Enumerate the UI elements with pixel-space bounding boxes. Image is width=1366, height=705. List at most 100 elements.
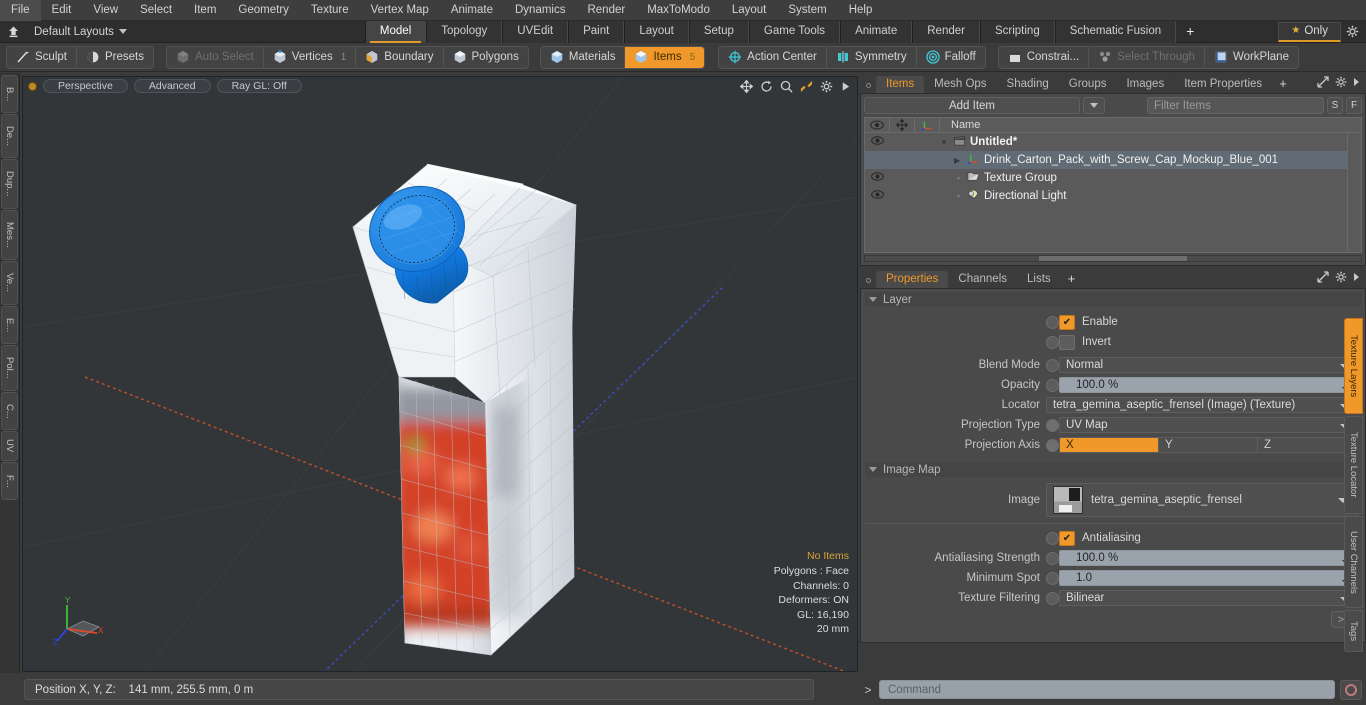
layout-tab-layout[interactable]: Layout xyxy=(624,20,689,43)
items-button[interactable]: Items 5 xyxy=(625,46,705,68)
menu-render[interactable]: Render xyxy=(576,0,636,21)
layer-section-header[interactable]: Layer xyxy=(865,292,1361,307)
left-tab-uv[interactable]: UV xyxy=(1,431,18,461)
expand-icon[interactable] xyxy=(1317,76,1329,91)
locator-dropdown[interactable]: tetra_gemina_aseptic_frensel (Image) (Te… xyxy=(1046,397,1357,413)
enable-knob[interactable] xyxy=(1046,315,1059,329)
layout-tab-setup[interactable]: Setup xyxy=(688,20,749,43)
left-tab-vertex[interactable]: Ve... xyxy=(1,261,18,305)
add-item-button[interactable]: Add Item xyxy=(864,97,1080,114)
antialiasing-checkbox[interactable]: ✔ xyxy=(1059,530,1075,546)
boundary-button[interactable]: Boundary xyxy=(356,46,444,68)
only-toggle-button[interactable]: ★ Only xyxy=(1278,21,1341,42)
table-row[interactable]: ▶ Drink_Carton_Pack_with_Screw_Cap_Mocku… xyxy=(865,151,1361,169)
projection-type-knob[interactable] xyxy=(1046,418,1059,432)
gear-icon[interactable] xyxy=(1335,76,1347,91)
auto-select-button[interactable]: Auto Select xyxy=(167,46,264,68)
workplane-button[interactable]: WorkPlane xyxy=(1205,47,1298,68)
left-tab-basic[interactable]: B... xyxy=(1,75,18,113)
layout-tab-paint[interactable]: Paint xyxy=(568,20,625,43)
materials-button[interactable]: Materials xyxy=(541,46,626,68)
chevron-down-icon[interactable]: ▼ xyxy=(940,138,949,147)
opacity-slider[interactable]: 100.0 % ◀▶ xyxy=(1059,377,1357,393)
menu-item[interactable]: Item xyxy=(183,0,227,21)
left-tab-deform[interactable]: De... xyxy=(1,114,18,158)
image-map-section-header[interactable]: Image Map xyxy=(865,462,1361,477)
right-tab-tags[interactable]: Tags xyxy=(1344,610,1363,652)
left-tab-edge[interactable]: E... xyxy=(1,306,18,344)
layout-tab-animate[interactable]: Animate xyxy=(840,20,913,43)
projection-type-dropdown[interactable]: UV Map xyxy=(1059,417,1357,433)
tab-properties[interactable]: Properties xyxy=(876,271,949,288)
fit-icon[interactable] xyxy=(800,80,813,95)
right-tab-user-channels[interactable]: User Channels xyxy=(1344,516,1363,608)
table-row[interactable]: ▼ Untitled* xyxy=(865,133,1361,151)
home-icon[interactable] xyxy=(0,22,26,42)
table-row[interactable]: ▪ Texture Group xyxy=(865,169,1361,187)
menu-geometry[interactable]: Geometry xyxy=(227,0,300,21)
left-tab-duplicate[interactable]: Dup... xyxy=(1,159,18,209)
invert-knob[interactable] xyxy=(1046,335,1059,349)
right-tab-texture-layers[interactable]: Texture Layers xyxy=(1344,318,1363,414)
projection-axis-z[interactable]: Z xyxy=(1258,438,1356,452)
blend-mode-knob[interactable] xyxy=(1046,358,1059,372)
expand-icon[interactable] xyxy=(1317,271,1329,286)
layout-tab-topology[interactable]: Topology xyxy=(426,20,503,43)
action-center-button[interactable]: Action Center xyxy=(719,46,827,68)
select-through-button[interactable]: Select Through xyxy=(1089,46,1205,68)
panel-menu-dot-icon[interactable] xyxy=(866,278,871,283)
tab-images[interactable]: Images xyxy=(1116,76,1175,93)
minimum-spot-knob[interactable] xyxy=(1046,571,1059,585)
gear-icon[interactable] xyxy=(1335,271,1347,286)
row-visibility-toggle[interactable] xyxy=(865,136,890,148)
menu-layout[interactable]: Layout xyxy=(721,0,778,21)
tab-channels[interactable]: Channels xyxy=(948,271,1018,288)
move-icon[interactable] xyxy=(739,79,754,95)
menu-system[interactable]: System xyxy=(777,0,837,21)
left-tab-mesh[interactable]: Mes... xyxy=(1,210,18,260)
menu-select[interactable]: Select xyxy=(129,0,183,21)
rotate-icon[interactable] xyxy=(760,80,773,95)
panel-more-icon[interactable] xyxy=(1353,77,1361,90)
tab-mesh-ops[interactable]: Mesh Ops xyxy=(924,76,997,93)
viewport-perspective-selector[interactable]: Perspective xyxy=(43,79,128,93)
layout-selector[interactable]: Default Layouts xyxy=(28,22,133,42)
right-tab-texture-locator[interactable]: Texture Locator xyxy=(1344,416,1363,514)
blend-mode-dropdown[interactable]: Normal xyxy=(1059,357,1357,373)
antialiasing-knob[interactable] xyxy=(1046,531,1059,545)
symmetry-button[interactable]: Symmetry xyxy=(827,46,917,68)
constraints-button[interactable]: Constrai... xyxy=(999,46,1090,68)
tab-item-properties[interactable]: Item Properties xyxy=(1174,76,1273,93)
opacity-knob[interactable] xyxy=(1046,378,1059,392)
projection-axis-x[interactable]: X xyxy=(1060,438,1159,452)
antialiasing-strength-slider[interactable]: 100.0 % ◀▶ xyxy=(1059,550,1357,566)
vertices-button[interactable]: Vertices 1 xyxy=(264,46,357,68)
enable-checkbox[interactable]: ✔ xyxy=(1059,314,1075,330)
menu-view[interactable]: View xyxy=(82,0,129,21)
add-layout-tab-button[interactable]: + xyxy=(1176,21,1204,42)
viewport-indicator-dot[interactable] xyxy=(29,82,36,90)
layout-tab-uvedit[interactable]: UVEdit xyxy=(502,20,569,43)
left-tab-falloff[interactable]: F... xyxy=(1,462,18,500)
layout-tab-scripting[interactable]: Scripting xyxy=(979,20,1055,43)
menu-texture[interactable]: Texture xyxy=(300,0,360,21)
viewport-shading-selector[interactable]: Advanced xyxy=(133,79,211,93)
invert-checkbox[interactable] xyxy=(1059,334,1075,350)
viewport-raygl-selector[interactable]: Ray GL: Off xyxy=(216,79,302,93)
polygons-button[interactable]: Polygons xyxy=(444,47,528,68)
menu-edit[interactable]: Edit xyxy=(41,0,83,21)
texture-filtering-knob[interactable] xyxy=(1046,591,1059,605)
texture-filtering-dropdown[interactable]: Bilinear xyxy=(1059,590,1357,606)
antialiasing-strength-knob[interactable] xyxy=(1046,551,1059,565)
chevron-right-icon[interactable]: ▶ xyxy=(954,156,963,165)
image-selector[interactable]: tetra_gemina_aseptic_frensel xyxy=(1046,483,1357,517)
layout-tab-render[interactable]: Render xyxy=(912,20,980,43)
column-transform-icon[interactable] xyxy=(890,117,915,133)
layout-tab-model[interactable]: Model xyxy=(364,20,427,43)
projection-axis-y[interactable]: Y xyxy=(1159,438,1258,452)
table-row[interactable]: ▪ Directional Light xyxy=(865,187,1361,205)
row-visibility-toggle[interactable] xyxy=(865,190,890,202)
filter-f-button[interactable]: F xyxy=(1346,97,1362,114)
layout-tab-game-tools[interactable]: Game Tools xyxy=(748,20,841,43)
tab-lists[interactable]: Lists xyxy=(1017,271,1061,288)
